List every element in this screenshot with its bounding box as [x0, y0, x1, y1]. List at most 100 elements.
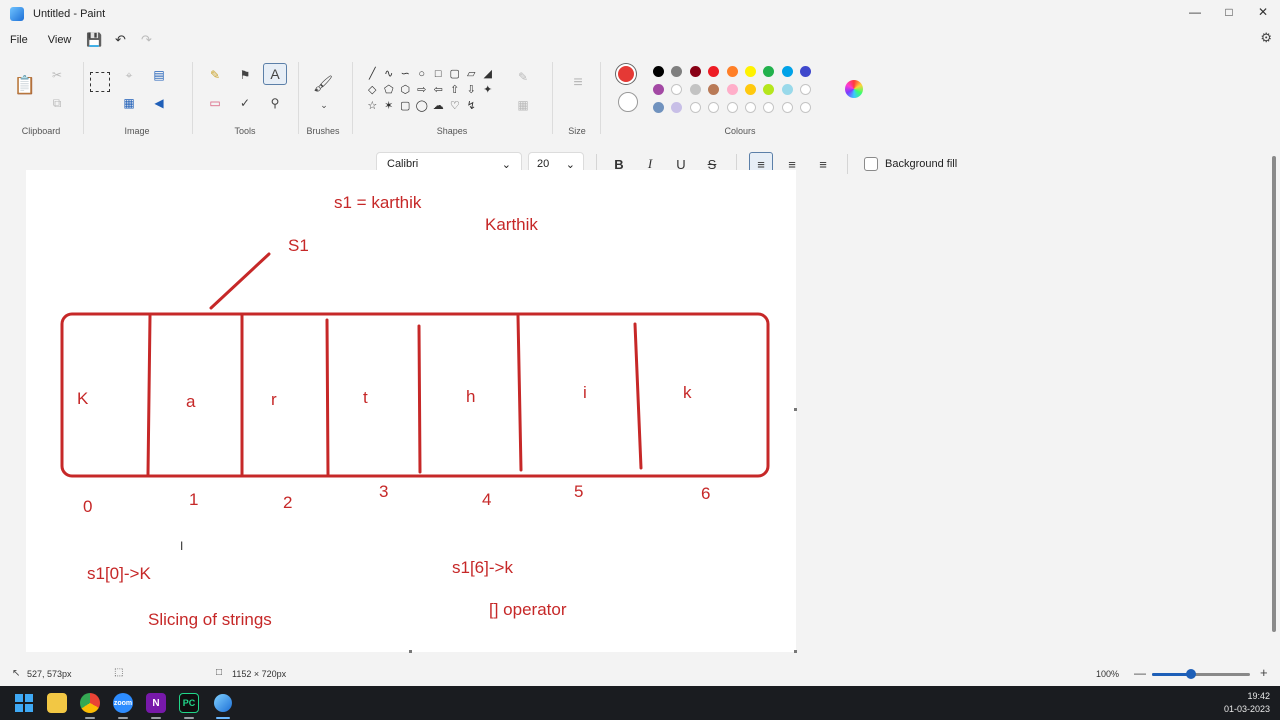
- zoom-slider-thumb[interactable]: [1186, 669, 1197, 679]
- polygon-shape-icon[interactable]: ▱: [463, 66, 480, 82]
- zoom-slider[interactable]: [1152, 669, 1250, 679]
- oval-shape-icon[interactable]: ○: [414, 66, 431, 82]
- canvas-resize-handle[interactable]: [409, 650, 412, 653]
- primary-color-swatch[interactable]: [616, 64, 636, 84]
- line-shape-icon[interactable]: ╱: [364, 66, 381, 82]
- size-lines-icon[interactable]: ≡: [567, 72, 589, 94]
- four-point-star-shape-icon[interactable]: ✦: [480, 82, 497, 98]
- select-icon[interactable]: [90, 72, 110, 92]
- settings-icon[interactable]: ⚙: [1260, 30, 1272, 46]
- file-explorer-icon[interactable]: [47, 693, 67, 713]
- colour-swatch[interactable]: [745, 84, 756, 95]
- pentagon-shape-icon[interactable]: ⬠: [381, 82, 398, 98]
- system-clock[interactable]: 19:42 01-03-2023: [1224, 690, 1270, 716]
- triangle-shape-icon[interactable]: ◢: [480, 66, 497, 82]
- curve-shape-icon[interactable]: ∿: [381, 66, 398, 82]
- copy-icon[interactable]: ⧉: [48, 94, 66, 112]
- callout-cloud-shape-icon[interactable]: ☁: [430, 98, 447, 114]
- colour-swatch[interactable]: [745, 102, 756, 113]
- menu-file[interactable]: File: [0, 34, 38, 46]
- left-arrow-shape-icon[interactable]: ⇦: [430, 82, 447, 98]
- zoom-app-icon[interactable]: zoom: [113, 693, 133, 713]
- fill-icon[interactable]: ⚑: [236, 66, 254, 84]
- close-icon[interactable]: ✕: [1246, 0, 1280, 24]
- callout-oval-shape-icon[interactable]: ◯: [414, 98, 431, 114]
- chevron-down-icon: ⌄: [501, 158, 511, 171]
- secondary-color-swatch[interactable]: [618, 92, 638, 112]
- chrome-icon[interactable]: [80, 693, 100, 713]
- paste-icon[interactable]: 📋: [14, 72, 36, 98]
- brush-icon[interactable]: 🖌: [313, 72, 333, 96]
- resize-icon[interactable]: ▤: [150, 66, 168, 84]
- undo-icon[interactable]: ↶: [107, 30, 133, 50]
- operator-heading: [] operator: [489, 600, 567, 619]
- down-arrow-shape-icon[interactable]: ⇩: [463, 82, 480, 98]
- colour-swatch[interactable]: [726, 84, 738, 95]
- canvas-resize-handle[interactable]: [794, 650, 797, 653]
- colour-swatch[interactable]: [726, 66, 738, 77]
- color-picker-icon[interactable]: ✓: [236, 94, 254, 112]
- minimize-icon[interactable]: —: [1178, 0, 1212, 24]
- pycharm-icon[interactable]: PC: [179, 693, 199, 713]
- zoom-out-icon[interactable]: —: [1134, 666, 1146, 680]
- colour-swatch[interactable]: [689, 84, 701, 95]
- fill-shape-icon[interactable]: ▦: [514, 96, 532, 114]
- colour-swatch[interactable]: [745, 66, 756, 77]
- paint-taskbar-icon[interactable]: [213, 693, 233, 713]
- rounded-rectangle-shape-icon[interactable]: ▢: [447, 66, 464, 82]
- right-arrow-shape-icon[interactable]: ⇨: [414, 82, 431, 98]
- heart-shape-icon[interactable]: ♡: [447, 98, 464, 114]
- pencil-icon[interactable]: ✎: [206, 66, 224, 84]
- drawing-canvas[interactable]: s1 = karthik Karthik S1 K a r t h i k 0 …: [26, 170, 796, 652]
- running-indicator: [118, 717, 128, 719]
- crop-icon[interactable]: ⌖: [120, 66, 138, 84]
- colour-swatch[interactable]: [781, 66, 793, 77]
- colours-label: Colours: [724, 126, 756, 136]
- zoom-in-icon[interactable]: +: [1260, 665, 1268, 680]
- colour-swatch[interactable]: [689, 102, 701, 113]
- save-icon[interactable]: 💾: [81, 30, 107, 50]
- rotate-icon[interactable]: ◀: [150, 94, 168, 112]
- menu-view[interactable]: View: [38, 34, 82, 46]
- colour-swatch[interactable]: [653, 102, 664, 113]
- background-fill-option[interactable]: Background fill: [864, 157, 957, 171]
- diamond-shape-icon[interactable]: ◇: [364, 82, 381, 98]
- colour-swatch[interactable]: [781, 84, 793, 95]
- clock-time: 19:42: [1247, 691, 1270, 701]
- chevron-down-icon[interactable]: ⌄: [315, 96, 333, 114]
- window-controls: — □ ✕: [1178, 0, 1280, 28]
- index-label: 4: [482, 490, 492, 509]
- outline-icon[interactable]: ✎: [514, 68, 532, 86]
- vertical-scrollbar[interactable]: [1272, 156, 1276, 632]
- hexagon-shape-icon[interactable]: ⬡: [397, 82, 414, 98]
- callout-rect-shape-icon[interactable]: ▢: [397, 98, 414, 114]
- polyline-shape-icon[interactable]: ∽: [397, 66, 414, 82]
- lightning-shape-icon[interactable]: ↯: [463, 98, 480, 114]
- edit-colours-icon[interactable]: [845, 80, 863, 98]
- background-fill-checkbox[interactable]: [864, 157, 878, 171]
- magnifier-icon[interactable]: ⚲: [266, 94, 284, 112]
- windows-start-icon[interactable]: [14, 693, 34, 713]
- colour-swatch[interactable]: [689, 66, 701, 77]
- rectangle-shape-icon[interactable]: □: [430, 66, 447, 82]
- text-icon[interactable]: A: [263, 63, 287, 85]
- up-arrow-shape-icon[interactable]: ⇧: [447, 82, 464, 98]
- five-point-star-shape-icon[interactable]: ☆: [364, 98, 381, 114]
- redo-icon[interactable]: ↷: [133, 30, 159, 50]
- colour-swatch[interactable]: [781, 102, 793, 113]
- six-point-star-shape-icon[interactable]: ✶: [381, 98, 398, 114]
- eraser-icon[interactable]: ▭: [206, 94, 224, 112]
- onenote-icon[interactable]: N: [146, 693, 166, 713]
- colour-swatch[interactable]: [653, 66, 664, 77]
- cell-char: i: [583, 383, 587, 402]
- colour-swatch[interactable]: [726, 102, 738, 113]
- cell-char: k: [683, 383, 692, 402]
- cut-icon[interactable]: ✂: [48, 66, 66, 84]
- maximize-icon[interactable]: □: [1212, 0, 1246, 24]
- divider: [192, 62, 193, 134]
- align-right-button[interactable]: ≡: [811, 152, 835, 176]
- shapes-label: Shapes: [436, 126, 468, 136]
- colour-swatch[interactable]: [653, 84, 664, 95]
- image-select-icon[interactable]: ▦: [120, 94, 138, 112]
- canvas-resize-handle[interactable]: [794, 408, 797, 411]
